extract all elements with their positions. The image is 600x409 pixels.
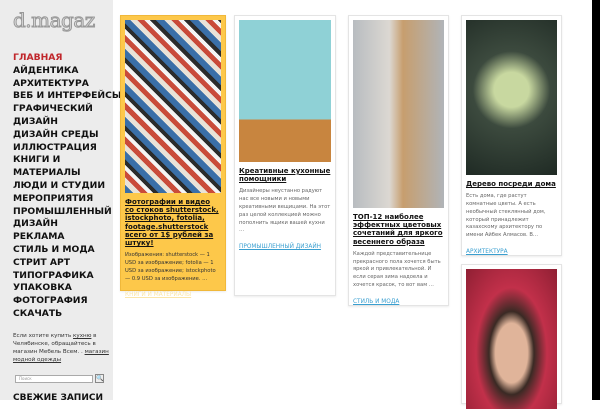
post-excerpt: Дизайнеры неустанно радуют нас все новым… — [239, 188, 331, 234]
post-card — [461, 264, 562, 409]
post-title[interactable]: Фотографии и видео со стоков shutterstoc… — [125, 198, 221, 247]
nav-item[interactable]: ГРАФИЧЕСКИЙ — [13, 103, 121, 116]
post-image[interactable] — [125, 20, 221, 193]
sidebar-note: Если хотите купить кухню в Челябинске, о… — [13, 332, 111, 364]
kitchen-link[interactable]: кухню — [73, 333, 91, 339]
post-card: Фотографии и видео со стоков shutterstoc… — [120, 15, 226, 298]
nav-item[interactable]: ТИПОГРАФИКА — [13, 270, 121, 283]
nav-item[interactable]: МАТЕРИАЛЫ — [13, 167, 121, 180]
post-title[interactable]: ТОП-12 наиболее эффектных цветовых сочет… — [353, 213, 444, 246]
nav-item[interactable]: СКАЧАТЬ — [13, 308, 121, 321]
scrollbar[interactable] — [592, 0, 600, 400]
nav-item[interactable]: РЕКЛАМА — [13, 231, 121, 244]
post-card: Креативные кухонные помощники Дизайнеры … — [234, 15, 336, 296]
post-title[interactable]: Креативные кухонные помощники — [239, 167, 331, 183]
nav-item[interactable]: ДИЗАЙН — [13, 116, 121, 129]
nav-item[interactable]: ИЛЛЮСТРАЦИЯ — [13, 142, 121, 155]
post-image[interactable] — [466, 20, 557, 175]
nav-item[interactable]: СТИЛЬ И МОДА — [13, 244, 121, 257]
nav-item[interactable]: АРХИТЕКТУРА — [13, 78, 121, 91]
note-text: Если хотите купить — [13, 333, 74, 339]
post-excerpt: Каждой представительнице прекрасного пол… — [353, 250, 441, 288]
nav-item[interactable]: ФОТОГРАФИЯ — [13, 295, 121, 308]
nav-item[interactable]: ЛЮДИ И СТУДИИ — [13, 180, 121, 193]
search-button[interactable]: 🔍 — [95, 374, 104, 383]
post-category-link[interactable]: КНИГИ И МАТЕРИАЛЫ — [125, 292, 221, 298]
post-excerpt: Есть дома, где растут комнатные цветы. А… — [466, 193, 546, 239]
nav-item[interactable]: МЕРОПРИЯТИЯ — [13, 193, 121, 206]
nav-item[interactable]: ВЕБ И ИНТЕРФЕЙСЫ — [13, 90, 121, 103]
nav-item[interactable]: ГЛАВНАЯ — [13, 52, 121, 65]
search-input[interactable]: Поиск — [15, 375, 93, 383]
nav-item[interactable]: КНИГИ И — [13, 154, 121, 167]
nav-item[interactable]: ДИЗАЙН — [13, 218, 121, 231]
post-category-link[interactable]: АРХИТЕКТУРА — [466, 249, 557, 255]
nav-item[interactable]: СТРИТ АРТ — [13, 257, 121, 270]
sidebar: d.magaz ГЛАВНАЯ АЙДЕНТИКА АРХИТЕКТУРА ВЕ… — [0, 0, 121, 403]
nav-item[interactable]: УПАКОВКА — [13, 282, 121, 295]
category-nav: ГЛАВНАЯ АЙДЕНТИКА АРХИТЕКТУРА ВЕБ И ИНТЕ… — [13, 52, 121, 321]
post-image[interactable] — [239, 20, 331, 162]
post-title[interactable]: Дерево посреди дома — [466, 180, 557, 188]
post-excerpt: Изображения: shutterstock — 1 USD за изо… — [125, 252, 216, 282]
post-image[interactable] — [466, 269, 557, 409]
post-card: ТОП-12 наиболее эффектных цветовых сочет… — [348, 15, 449, 306]
post-category-link[interactable]: ПРОМЫШЛЕННЫЙ ДИЗАЙН — [239, 244, 331, 250]
site-logo[interactable]: d.magaz — [13, 8, 96, 33]
nav-item[interactable]: АЙДЕНТИКА — [13, 65, 121, 78]
post-category-link[interactable]: СТИЛЬ И МОДА — [353, 299, 444, 305]
nav-item[interactable]: ДИЗАЙН СРЕДЫ — [13, 129, 121, 142]
post-image[interactable] — [353, 20, 444, 208]
recent-posts-heading: СВЕЖИЕ ЗАПИСИ — [13, 393, 104, 403]
nav-item[interactable]: ПРОМЫШЛЕННЫЙ — [13, 206, 121, 219]
post-card: Дерево посреди дома Есть дома, где расту… — [461, 15, 562, 256]
